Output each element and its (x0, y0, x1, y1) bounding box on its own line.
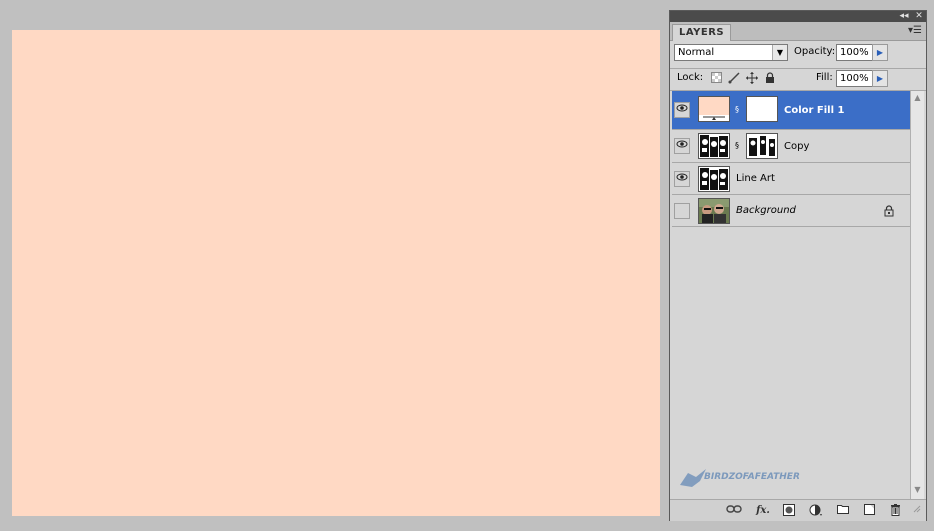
lock-all-icon[interactable] (764, 72, 776, 84)
panel-menu-icon[interactable]: ▾☰ (908, 25, 922, 36)
lock-transparent-icon[interactable] (710, 72, 722, 84)
blend-mode-select[interactable]: Normal ▼ (674, 44, 788, 61)
add-mask-icon[interactable] (782, 504, 796, 518)
layer-row-line-art[interactable]: Line Art (672, 163, 910, 195)
document-canvas[interactable] (12, 30, 660, 516)
opacity-slider-button[interactable]: ▶ (872, 44, 888, 61)
eye-icon[interactable] (674, 171, 690, 187)
layer-thumbnail-line-art[interactable] (698, 166, 730, 192)
layer-thumbnail-line-art[interactable] (698, 133, 730, 159)
eye-icon[interactable] (674, 138, 690, 154)
layers-list: § Color Fill 1 § Copy Line Art Backgroun… (672, 91, 910, 499)
layers-bottom-toolbar: fx. (670, 499, 926, 521)
eye-icon[interactable] (674, 102, 690, 118)
opacity-label: Opacity: (794, 46, 836, 57)
resize-grip-icon[interactable] (910, 504, 922, 518)
layer-mask-thumbnail[interactable] (746, 96, 778, 122)
eye-icon-hidden[interactable] (674, 203, 690, 219)
watermark-logo: BIRDZOFAFEATHER (678, 467, 800, 491)
blend-opacity-row: Normal ▼ Opacity: 100% ▶ (670, 42, 926, 66)
close-panel-icon[interactable]: ✕ (913, 11, 925, 22)
blend-mode-value: Normal (678, 47, 715, 58)
new-group-icon[interactable] (836, 504, 850, 518)
fill-input[interactable]: 100% (836, 70, 874, 87)
lock-icon (884, 205, 894, 220)
layer-thumbnail-color-fill[interactable] (698, 96, 730, 122)
link-layers-icon[interactable] (726, 504, 742, 518)
layer-row-background[interactable]: Background (672, 195, 910, 227)
fill-slider-button[interactable]: ▶ (872, 70, 888, 87)
lock-label: Lock: (677, 72, 704, 83)
scroll-up-icon[interactable]: ▲ (911, 93, 924, 105)
lock-position-move-icon[interactable] (746, 72, 758, 84)
adjustment-layer-icon[interactable] (808, 504, 824, 518)
chevron-down-icon[interactable]: ▼ (772, 45, 787, 60)
layer-row-color-fill-1[interactable]: § Color Fill 1 (672, 91, 910, 130)
layer-name[interactable]: Line Art (736, 173, 775, 185)
panel-tab-row: LAYERS ▾☰ (670, 22, 926, 41)
delete-layer-icon[interactable] (888, 504, 902, 518)
layer-name[interactable]: Color Fill 1 (784, 105, 844, 117)
divider (670, 68, 926, 69)
layers-scrollbar[interactable]: ▲ ▼ (910, 91, 924, 499)
mask-link-icon[interactable]: § (734, 104, 740, 116)
tab-layers[interactable]: LAYERS (672, 24, 732, 41)
watermark-text: BIRDZOFAFEATHER (704, 472, 800, 482)
layers-panel: ◂◂ ✕ LAYERS ▾☰ Normal ▼ Opacity: 100% ▶ … (669, 10, 927, 521)
layer-thumbnail-photo[interactable] (698, 198, 730, 224)
layer-name[interactable]: Copy (784, 141, 809, 153)
scroll-down-icon[interactable]: ▼ (911, 485, 924, 497)
lock-image-brush-icon[interactable] (728, 72, 740, 84)
panel-titlebar: ◂◂ ✕ (670, 11, 926, 22)
layer-mask-thumbnail[interactable] (746, 133, 778, 159)
opacity-input[interactable]: 100% (836, 44, 874, 61)
new-layer-icon[interactable] (862, 504, 876, 518)
mask-link-icon[interactable]: § (734, 140, 740, 152)
layer-row-copy[interactable]: § Copy (672, 130, 910, 163)
collapse-panel-icon[interactable]: ◂◂ (898, 11, 910, 22)
fill-label: Fill: (816, 72, 833, 83)
fx-icon[interactable]: fx. (754, 504, 772, 518)
layer-name[interactable]: Background (736, 205, 796, 217)
